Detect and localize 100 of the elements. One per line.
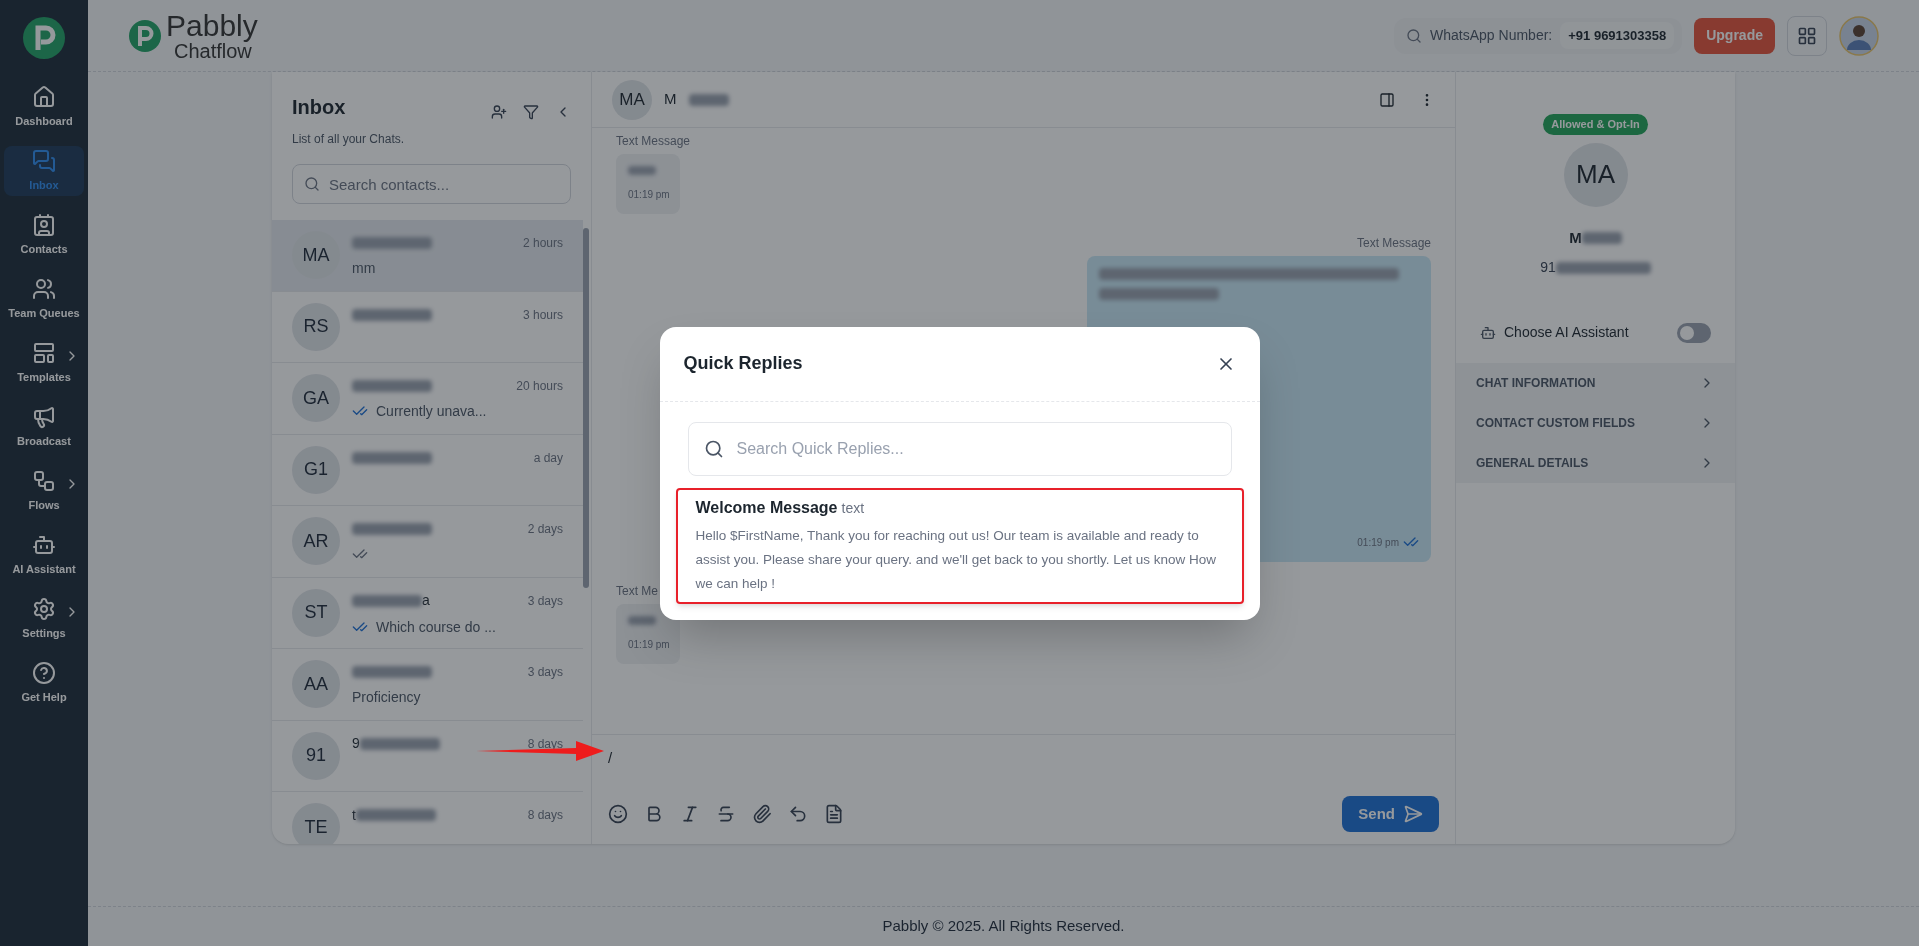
send-icon	[1403, 804, 1423, 824]
inbox-title: Inbox	[292, 95, 347, 120]
message-time: 01:19 pm	[1357, 535, 1399, 550]
chat-list-item[interactable]: GA 20 hours Currently unava...	[272, 363, 583, 435]
chat-bubbles-icon	[32, 148, 56, 173]
megaphone-icon	[32, 404, 56, 429]
accordion-section[interactable]: GENERAL DETAILS	[1456, 443, 1735, 483]
ai-assistant-label: Choose AI Assistant	[1504, 323, 1630, 342]
contact-avatar: RS	[292, 302, 340, 351]
nav-label: Contacts	[20, 241, 68, 257]
redacted-text	[688, 93, 729, 106]
contact-avatar: G1	[292, 445, 340, 494]
panel-icon[interactable]	[1379, 91, 1395, 108]
chat-list-item[interactable]: RS 3 hours	[272, 291, 583, 363]
nav-label: Settings	[22, 625, 66, 641]
chat-list-item[interactable]: AR 2 days	[272, 506, 583, 578]
redacted-text	[628, 616, 656, 625]
message-input[interactable]: /	[608, 747, 1439, 770]
chat-list-item[interactable]: G1 a day	[272, 434, 583, 506]
nav-item[interactable]: Settings	[4, 594, 84, 644]
italic-icon[interactable]	[680, 804, 700, 824]
strikethrough-icon[interactable]	[716, 804, 736, 824]
help-icon	[32, 660, 56, 685]
whatsapp-number: +91 9691303358	[1560, 21, 1675, 50]
message-time: 01:19 pm	[628, 188, 668, 202]
contact-name: M	[664, 89, 677, 110]
nav-label: Inbox	[29, 177, 59, 193]
nav-item[interactable]: Get Help	[4, 658, 84, 708]
chat-list-item[interactable]: AA 3 days Proficiency	[272, 649, 583, 721]
redacted-text	[628, 166, 656, 175]
reply-title: Welcome Message	[695, 497, 838, 518]
search-icon	[703, 438, 724, 459]
inbox-subtitle: List of all your Chats.	[292, 131, 406, 148]
settings-icon	[32, 596, 56, 621]
avatar[interactable]	[1839, 15, 1879, 56]
contact-avatar: AA	[292, 660, 340, 709]
chat-time: a day	[533, 449, 563, 467]
chat-time: 8 days	[527, 735, 563, 753]
redacted-text	[1581, 231, 1622, 244]
accordion-section[interactable]: CONTACT CUSTOM FIELDS	[1456, 403, 1735, 443]
message-type-label: Text Message	[616, 133, 691, 150]
contact-avatar: MA	[612, 79, 652, 120]
contact-book-icon	[32, 212, 56, 237]
upgrade-button[interactable]: Upgrade	[1694, 17, 1775, 54]
nav-label: Templates	[17, 369, 71, 385]
nav-item[interactable]: Templates	[4, 338, 84, 388]
whatsapp-label: WhatsApp Number:	[1430, 26, 1553, 45]
apps-button[interactable]	[1787, 15, 1827, 56]
nav-item[interactable]: Dashboard	[4, 82, 84, 132]
logo-icon	[22, 16, 66, 60]
chat-time: 3 days	[527, 592, 563, 610]
dialog-title: Quick Replies	[683, 352, 804, 375]
contact-name: 9	[352, 734, 360, 754]
footer-text: Pabbly © 2025. All Rights Reserved.	[882, 916, 1125, 937]
layout-icon	[32, 340, 56, 365]
add-contact-icon[interactable]	[491, 104, 507, 120]
nav-item[interactable]: Broadcast	[4, 402, 84, 452]
filter-icon[interactable]	[523, 104, 539, 120]
nav-label: Flows	[28, 497, 60, 513]
chat-time: 20 hours	[516, 378, 563, 396]
nav-item[interactable]: AI Assistant	[4, 530, 84, 580]
emoji-icon[interactable]	[608, 804, 628, 824]
quick-reply-item[interactable]	[675, 487, 1244, 604]
chat-time: 2 hours	[522, 235, 563, 253]
nav-item[interactable]: Team Queues	[4, 274, 84, 324]
contact-name: a	[422, 591, 430, 611]
chat-time: 3 hours	[522, 306, 563, 324]
reply-type: text	[841, 498, 865, 518]
nav-item[interactable]: Contacts	[4, 210, 84, 260]
accordion-section[interactable]: CHAT INFORMATION	[1456, 363, 1735, 403]
search-icon	[304, 176, 320, 192]
people-icon	[32, 276, 56, 301]
nav-label: Team Queues	[8, 305, 80, 321]
nav-item[interactable]: Flows	[4, 466, 84, 516]
brand-logo-icon	[128, 18, 162, 53]
contact-name: t	[352, 805, 356, 825]
search-field[interactable]: Search contacts...	[292, 164, 571, 204]
message-type-label: Text Message	[1356, 235, 1431, 252]
contact-phone: 91	[1540, 258, 1556, 277]
nav-label: Get Help	[21, 689, 67, 705]
chat-list-item[interactable]: MA 2 hours mm	[272, 220, 583, 292]
nav-label: Broadcast	[17, 433, 71, 449]
attachment-icon[interactable]	[752, 804, 772, 824]
contact-avatar: MA	[1563, 142, 1628, 207]
chat-preview: mm	[352, 258, 376, 278]
flow-icon	[32, 468, 56, 493]
contact-name: M	[1569, 227, 1582, 248]
contact-avatar: TE	[292, 803, 340, 844]
reply-body: Hello $FirstName, Thank you for reaching out us! Our team is available and ready to assist you. Please share your query. and we'll get back to you shortly. Let us know How we can help !	[695, 526, 1218, 593]
document-icon[interactable]	[824, 804, 844, 824]
home-icon	[32, 84, 56, 109]
robot-icon	[1480, 324, 1496, 341]
chat-list-item[interactable]: ST a 3 days Which course do ...	[272, 577, 583, 649]
reply-icon[interactable]	[788, 804, 808, 824]
search-icon	[1406, 27, 1423, 44]
chat-list-item[interactable]: TE t 8 days	[272, 792, 583, 844]
ai-toggle[interactable]	[1677, 322, 1711, 343]
search-field[interactable]: Search Quick Replies...	[687, 421, 1232, 476]
send-button[interactable]: Send	[1342, 796, 1439, 832]
chat-time: 8 days	[527, 807, 563, 825]
